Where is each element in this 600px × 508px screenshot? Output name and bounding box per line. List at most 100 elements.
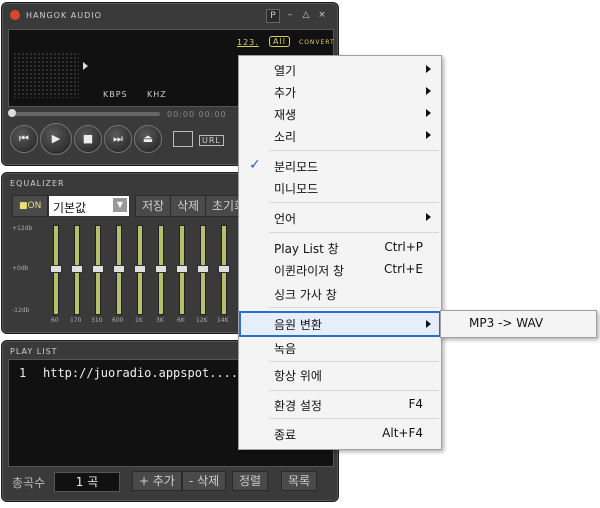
next-button[interactable]: ⏭ xyxy=(104,125,132,153)
minimize-button[interactable]: – xyxy=(284,9,296,21)
player-titlebar[interactable]: HANGOK AUDIO P – △ × xyxy=(2,3,338,27)
eq-band-knob[interactable] xyxy=(218,265,230,273)
menu-separator xyxy=(269,307,439,308)
menu-item-always-on-top[interactable]: 항상 위에 xyxy=(239,364,441,386)
list-button[interactable]: 목록 xyxy=(281,471,318,491)
menu-separator xyxy=(269,361,439,362)
always-on-top-icon[interactable]: △ xyxy=(300,9,312,21)
eq-band-label: 12K xyxy=(196,317,208,324)
eq-delete-button[interactable]: 삭제 xyxy=(170,195,207,217)
menu-label: 재생 xyxy=(274,108,297,122)
menu-label: 열기 xyxy=(274,64,297,78)
db-label-bottom: -12db xyxy=(12,307,30,314)
menu-item-play[interactable]: 재생 xyxy=(239,103,441,125)
playlist-toggle-button[interactable]: P xyxy=(266,9,280,23)
menu-label: 추가 xyxy=(274,86,297,100)
sort-button[interactable]: 정렬 xyxy=(232,471,269,491)
eq-on-button[interactable]: ■ON xyxy=(12,195,49,217)
submenu-arrow-icon xyxy=(426,65,431,73)
playlist-item[interactable]: http://juoradio.appspot.... xyxy=(43,366,238,380)
stop-button[interactable]: ■ xyxy=(74,125,102,153)
repeat-number-button[interactable]: 123. xyxy=(237,38,259,47)
url-button[interactable]: URL xyxy=(199,135,224,146)
seek-knob[interactable] xyxy=(8,109,16,117)
convert-submenu: MP3 -> WAV xyxy=(440,310,597,338)
app-logo-icon xyxy=(10,10,20,20)
eq-band-label: 3K xyxy=(156,317,164,324)
eq-band-knob[interactable] xyxy=(176,265,188,273)
eq-preset-select[interactable]: 기본값 ▼ xyxy=(48,195,130,217)
khz-label: KHZ xyxy=(147,90,167,99)
eq-save-button[interactable]: 저장 xyxy=(135,195,172,217)
menu-separator xyxy=(269,390,439,391)
menu-label: 언어 xyxy=(274,212,297,226)
menu-item-split-mode[interactable]: ✓ 분리모드 xyxy=(239,155,441,177)
context-menu: 열기 추가 재생 소리 ✓ 분리모드 미니모드 언어 Play List 창 Ctr… xyxy=(238,55,442,450)
eq-band-knob[interactable] xyxy=(92,265,104,273)
playlist-item-index: 1 xyxy=(19,366,27,380)
submenu-arrow-icon xyxy=(426,213,431,221)
menu-item-sync-lyrics[interactable]: 싱크 가사 창 xyxy=(239,283,441,305)
menu-item-language[interactable]: 언어 xyxy=(239,207,441,229)
add-button[interactable]: + 추가 xyxy=(132,471,182,491)
time-display: 00:00 00:00 xyxy=(167,110,227,119)
menu-item-sound[interactable]: 소리 xyxy=(239,125,441,147)
eq-band-knob[interactable] xyxy=(197,265,209,273)
chevron-down-icon: ▼ xyxy=(113,198,127,212)
menu-item-playlist-window[interactable]: Play List 창 Ctrl+P xyxy=(239,237,441,259)
kbps-label: KBPS xyxy=(103,90,128,99)
eq-band-knob[interactable] xyxy=(113,265,125,273)
play-button[interactable]: ▶ xyxy=(40,123,72,155)
equalizer-title: EQUALIZER xyxy=(10,179,65,188)
db-label-mid: +0db xyxy=(12,265,29,272)
menu-item-eq-window[interactable]: 이퀸라이저 창 Ctrl+E xyxy=(239,259,441,281)
eq-band-label: 6K xyxy=(177,317,185,324)
menu-shortcut: F4 xyxy=(408,397,423,411)
visualizer xyxy=(13,52,79,98)
menu-item-add[interactable]: 추가 xyxy=(239,81,441,103)
check-icon: ✓ xyxy=(249,157,261,173)
menu-label: 녹음 xyxy=(274,342,297,356)
menu-separator xyxy=(269,150,439,151)
menu-label: 음원 변환 xyxy=(274,318,322,332)
folder-icon[interactable] xyxy=(173,131,193,147)
app-title: HANGOK AUDIO xyxy=(26,11,102,20)
menu-shortcut: Ctrl+E xyxy=(384,262,423,276)
menu-item-settings[interactable]: 환경 설정 F4 xyxy=(239,394,441,416)
total-count-value: 1 곡 xyxy=(54,472,120,492)
convert-button[interactable]: CONVERT xyxy=(299,39,335,46)
menu-separator xyxy=(269,202,439,203)
eq-band-label: 60 xyxy=(51,317,59,324)
submenu-arrow-icon xyxy=(426,131,431,139)
menu-item-open[interactable]: 열기 xyxy=(239,59,441,81)
eq-band-label: 310 xyxy=(91,317,103,324)
eq-band-knob[interactable] xyxy=(155,265,167,273)
repeat-all-button[interactable]: All xyxy=(269,36,290,47)
menu-item-mini-mode[interactable]: 미니모드 xyxy=(239,177,441,199)
seek-bar[interactable] xyxy=(8,109,160,117)
eq-on-label: ON xyxy=(27,201,42,211)
menu-label: 이퀸라이저 창 xyxy=(274,264,345,278)
submenu-arrow-icon xyxy=(426,109,431,117)
eq-band-label: 14K xyxy=(217,317,229,324)
menu-label: Play List 창 xyxy=(274,242,339,256)
eq-band-label: 600 xyxy=(112,317,124,324)
total-count-label: 총곡수 xyxy=(12,476,46,490)
remove-button[interactable]: - 삭제 xyxy=(182,471,227,491)
menu-item-exit[interactable]: 종료 Alt+F4 xyxy=(239,423,441,445)
submenu-arrow-icon xyxy=(426,320,431,328)
menu-item-record[interactable]: 녹음 xyxy=(239,337,441,359)
menu-label: 싱크 가사 창 xyxy=(274,288,337,302)
eject-button[interactable]: ⏏ xyxy=(134,125,162,153)
eq-preamp-knob[interactable] xyxy=(50,265,62,273)
menu-separator xyxy=(269,232,439,233)
submenu-item-mp3-to-wav[interactable]: MP3 -> WAV xyxy=(469,316,543,330)
menu-label: 소리 xyxy=(274,130,297,144)
menu-label: 항상 위에 xyxy=(274,369,322,383)
eq-band-knob[interactable] xyxy=(134,265,146,273)
menu-item-convert[interactable]: 음원 변환 xyxy=(239,311,441,337)
close-button[interactable]: × xyxy=(316,9,328,21)
eq-band-knob[interactable] xyxy=(71,265,83,273)
previous-button[interactable]: ⏮ xyxy=(10,125,38,153)
eq-band-label: 170 xyxy=(70,317,82,324)
